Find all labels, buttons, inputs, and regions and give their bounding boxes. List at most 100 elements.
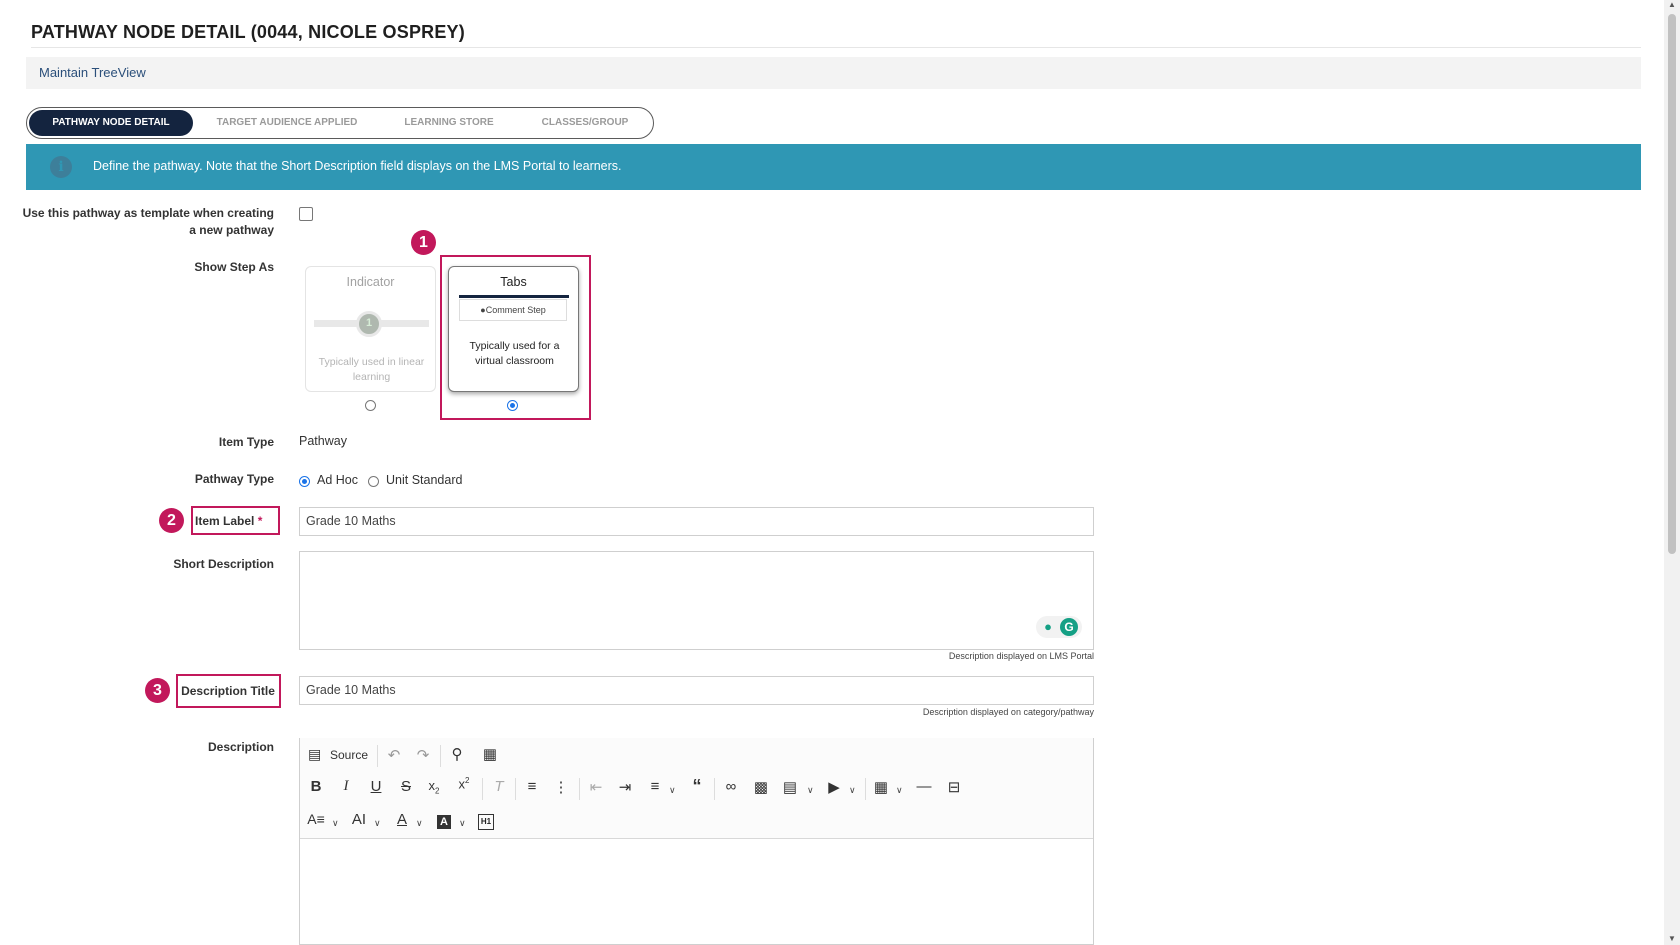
suggestion-bulb-icon[interactable]: ● bbox=[1041, 619, 1055, 635]
unit-standard-label: Unit Standard bbox=[386, 473, 463, 487]
description-title-label: Description Title bbox=[181, 684, 275, 698]
image-icon[interactable]: ▤ bbox=[779, 778, 801, 796]
background-color-dropdown-chevron-icon[interactable]: ∨ bbox=[459, 818, 466, 829]
numbered-list-icon[interactable]: ≡ bbox=[521, 778, 543, 795]
page-title: PATHWAY NODE DETAIL (0044, NICOLE OSPREY… bbox=[31, 22, 465, 42]
toolbar-separator bbox=[440, 745, 441, 767]
bold-icon[interactable]: B bbox=[305, 778, 327, 795]
source-button[interactable]: ▤ Source bbox=[307, 746, 371, 766]
toolbar-separator bbox=[515, 778, 516, 800]
media-icon[interactable]: ▶ bbox=[823, 778, 845, 796]
breadcrumb-bar bbox=[26, 57, 1641, 89]
align-icon[interactable]: ≡ bbox=[644, 778, 666, 795]
horizontal-line-icon[interactable]: — bbox=[913, 778, 935, 795]
step-number: 1 bbox=[365, 317, 373, 329]
toolbar-separator bbox=[714, 778, 715, 800]
maintain-treeview-link[interactable]: Maintain TreeView bbox=[39, 65, 146, 80]
source-icon: ▤ bbox=[308, 746, 322, 762]
unit-standard-radio[interactable] bbox=[368, 476, 379, 487]
tabs-card-underline bbox=[459, 295, 569, 298]
template-label: Use this pathway as template when creati… bbox=[22, 206, 274, 237]
tabs-radio[interactable] bbox=[507, 400, 518, 411]
tab-learning-store[interactable]: LEARNING STORE bbox=[392, 110, 506, 136]
tabs-card-preview: ●Comment Step bbox=[459, 299, 567, 321]
subscript-icon[interactable]: x2 bbox=[423, 778, 445, 796]
description-title-input[interactable]: Grade 10 Maths bbox=[299, 676, 1094, 705]
tabs-card-title: Tabs bbox=[500, 275, 527, 289]
item-label-label: Item Label * bbox=[195, 514, 273, 528]
undo-icon[interactable]: ↶ bbox=[383, 746, 405, 764]
show-step-as-label: Show Step As bbox=[194, 260, 274, 274]
page-break-icon[interactable]: ⊟ bbox=[943, 778, 965, 796]
info-text: Define the pathway. Note that the Short … bbox=[93, 159, 622, 173]
description-label: Description bbox=[207, 740, 274, 754]
font-size-dropdown-chevron-icon[interactable]: ∨ bbox=[332, 818, 339, 829]
toolbar-separator bbox=[482, 778, 483, 800]
heading-icon[interactable]: H1 bbox=[478, 814, 494, 830]
ad-hoc-label: Ad Hoc bbox=[317, 473, 358, 487]
short-description-textarea[interactable] bbox=[299, 551, 1094, 650]
scrollbar-thumb[interactable] bbox=[1668, 14, 1676, 554]
redo-icon[interactable]: ↷ bbox=[412, 746, 434, 764]
tab-target-audience-applied[interactable]: TARGET AUDIENCE APPLIED bbox=[206, 110, 368, 136]
superscript-icon[interactable]: x2 bbox=[453, 776, 475, 791]
underline-icon[interactable]: U bbox=[365, 778, 387, 795]
background-color-icon[interactable]: A bbox=[437, 815, 451, 829]
align-dropdown-chevron-icon[interactable]: ∨ bbox=[669, 785, 676, 796]
tabs-card-tab-text: Comment Step bbox=[485, 305, 546, 315]
item-label-text: Item Label bbox=[195, 514, 255, 528]
scroll-down-icon[interactable]: ▼ bbox=[1668, 934, 1676, 943]
title-divider bbox=[31, 47, 1641, 48]
tab-pathway-node-detail[interactable]: PATHWAY NODE DETAIL bbox=[29, 110, 193, 136]
blockquote-icon[interactable]: “ bbox=[686, 776, 708, 797]
indicator-card-caption: Typically used in linear learning bbox=[318, 356, 425, 383]
grammarly-icon[interactable]: G bbox=[1060, 618, 1078, 636]
ad-hoc-radio[interactable] bbox=[299, 476, 310, 487]
remove-format-icon[interactable]: T bbox=[488, 778, 510, 795]
short-description-label: Short Description bbox=[173, 557, 274, 571]
table-dropdown-chevron-icon[interactable]: ∨ bbox=[896, 785, 903, 796]
info-icon: i bbox=[50, 156, 72, 178]
annotation-badge-2: 2 bbox=[159, 508, 184, 533]
annotation-badge-1: 1 bbox=[411, 230, 436, 255]
bulleted-list-icon[interactable]: ⋮ bbox=[550, 778, 572, 796]
toolbar-separator bbox=[865, 778, 866, 800]
tab-classes-group[interactable]: CLASSES/GROUP bbox=[528, 110, 642, 136]
step-indicator-icon: 1 bbox=[356, 311, 382, 337]
outdent-icon[interactable]: ⇤ bbox=[585, 778, 607, 796]
description-title-hint: Description displayed on category/pathwa… bbox=[922, 707, 1094, 717]
tabs-card-caption: Typically used for a virtual classroom bbox=[469, 340, 560, 367]
italic-icon[interactable]: I bbox=[335, 778, 357, 795]
scroll-up-icon[interactable]: ▲ bbox=[1668, 0, 1676, 9]
indicator-card-title: Indicator bbox=[346, 275, 395, 289]
select-all-icon[interactable]: ▦ bbox=[479, 745, 501, 763]
indicator-card[interactable]: Indicator 1 Typically used in linear lea… bbox=[305, 266, 436, 392]
link-icon[interactable]: ∞ bbox=[720, 778, 742, 795]
item-type-label: Item Type bbox=[218, 435, 274, 449]
table-icon[interactable]: ▦ bbox=[870, 778, 892, 796]
toolbar-separator bbox=[377, 745, 378, 767]
item-label-input[interactable]: Grade 10 Maths bbox=[299, 507, 1094, 536]
media-dropdown-chevron-icon[interactable]: ∨ bbox=[849, 785, 856, 796]
short-description-hint: Description displayed on LMS Portal bbox=[948, 651, 1094, 661]
source-label: Source bbox=[330, 748, 369, 762]
tabs-card[interactable]: Tabs ●Comment Step Typically used for a … bbox=[448, 266, 579, 392]
indicator-radio[interactable] bbox=[365, 400, 376, 411]
required-mark: * bbox=[257, 514, 263, 528]
item-type-value: Pathway bbox=[299, 434, 347, 448]
pathway-type-label: Pathway Type bbox=[194, 472, 274, 486]
template-checkbox[interactable] bbox=[299, 207, 313, 221]
image-dropdown-chevron-icon[interactable]: ∨ bbox=[807, 785, 814, 796]
font-color-dropdown-chevron-icon[interactable]: ∨ bbox=[416, 818, 423, 829]
toolbar-separator bbox=[579, 778, 580, 800]
indent-icon[interactable]: ⇥ bbox=[614, 778, 636, 796]
grammarly-widget[interactable]: ● G bbox=[1036, 616, 1082, 638]
find-replace-icon[interactable]: ⚲ bbox=[446, 745, 468, 763]
font-color-icon[interactable]: A bbox=[391, 811, 413, 828]
strikethrough-icon[interactable]: S bbox=[395, 778, 417, 795]
font-size-icon[interactable]: A≡ bbox=[305, 811, 327, 827]
annotation-badge-3: 3 bbox=[145, 678, 170, 703]
font-family-icon[interactable]: AI bbox=[348, 811, 370, 828]
embed-icon[interactable]: ▩ bbox=[750, 778, 772, 796]
font-family-dropdown-chevron-icon[interactable]: ∨ bbox=[374, 818, 381, 829]
